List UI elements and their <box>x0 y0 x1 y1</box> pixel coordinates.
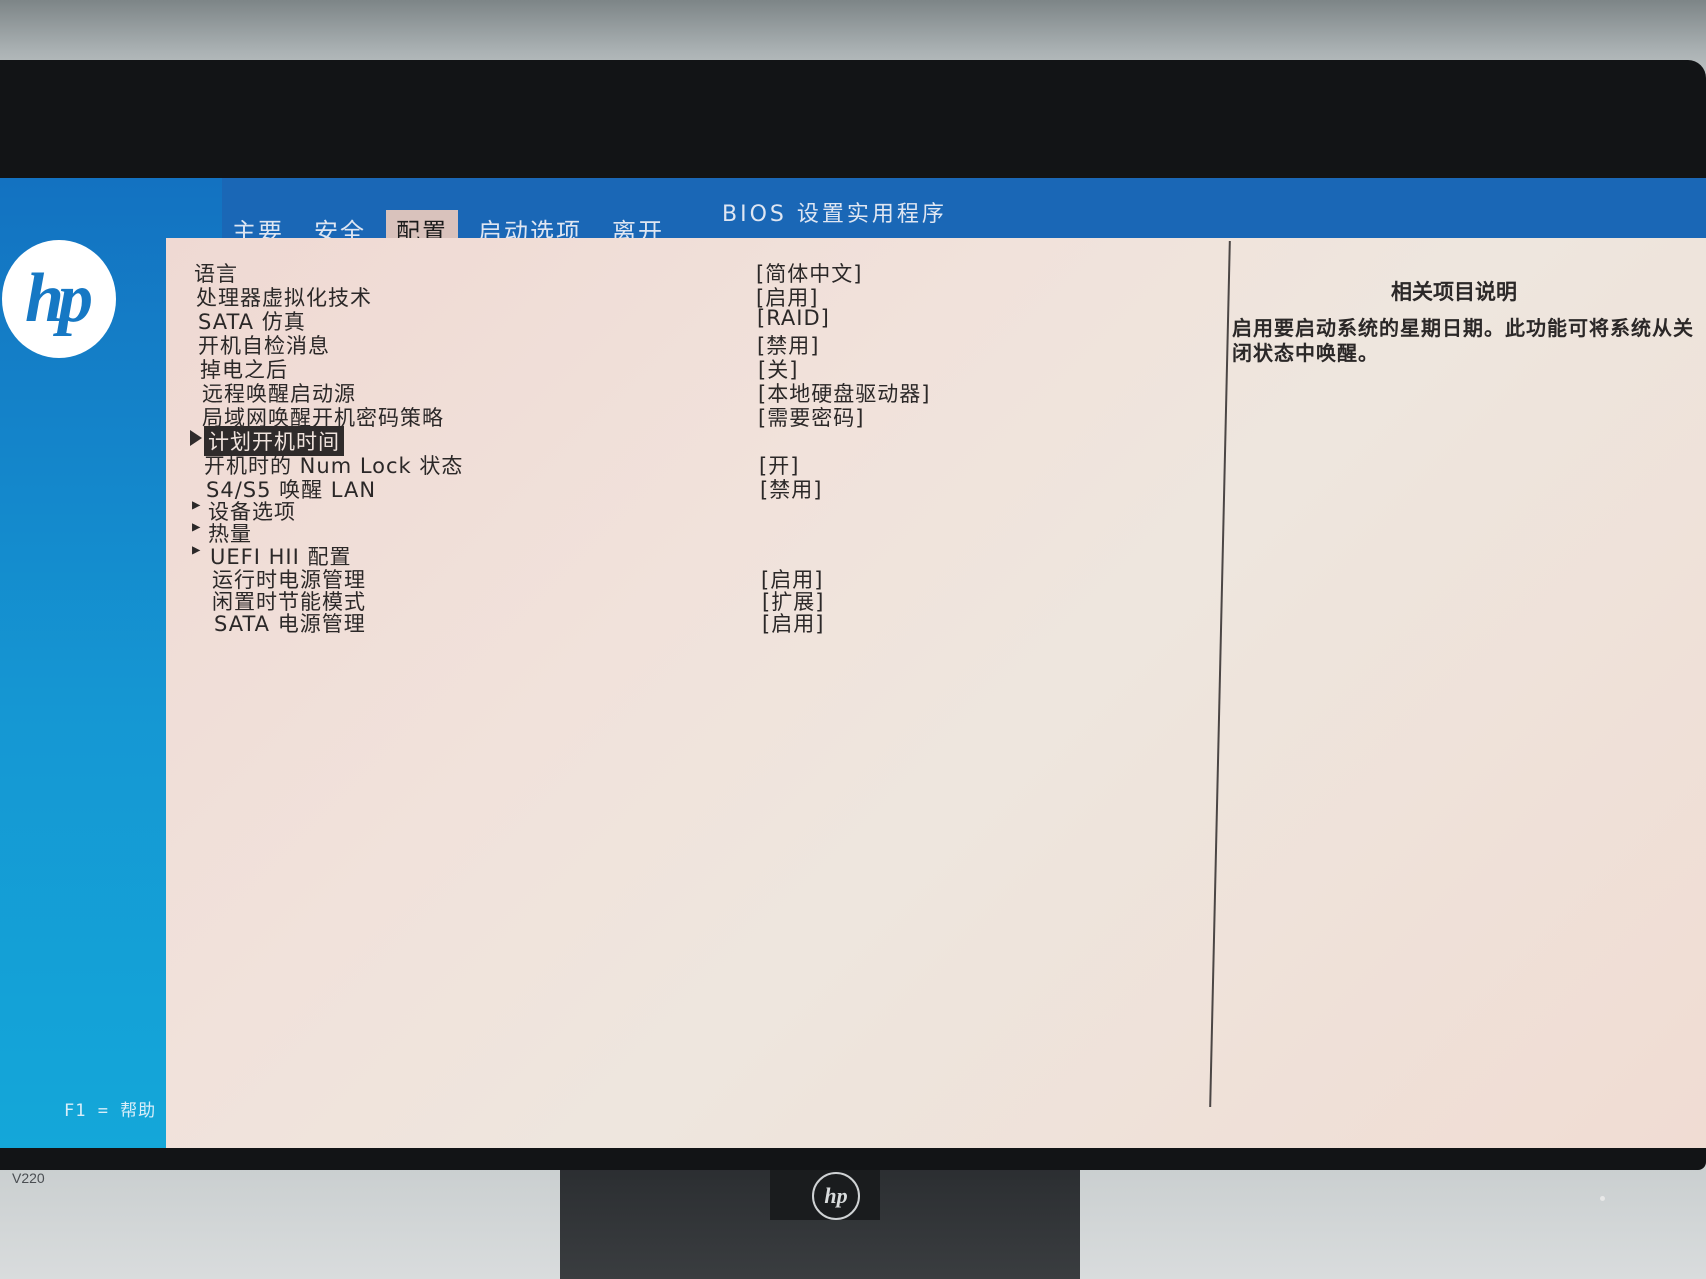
hp-logo-icon: hp <box>2 240 116 358</box>
setting-row[interactable]: 局域网唤醒开机密码策略 [需要密码] <box>166 402 1216 430</box>
help-hint: F1 = 帮助 <box>64 1101 157 1121</box>
setting-row[interactable]: ▶ 设备选项 <box>166 496 1216 524</box>
settings-panel: 语言 [简体中文] 处理器虚拟化技术 [启用] SATA 仿真 [RAID] 开机自检消息[… <box>166 238 1706 1148</box>
power-led-icon <box>1600 1196 1605 1201</box>
setting-label: SATA 电源管理 <box>214 612 366 636</box>
setting-row[interactable]: ▶ UEFI HII 配置 <box>166 541 1216 569</box>
setting-row[interactable]: SATA 电源管理 [启用] <box>166 608 1216 636</box>
setting-row[interactable]: S4/S5 唤醒 LAN [禁用] <box>166 474 1216 502</box>
submenu-arrow-icon: ▶ <box>192 519 201 535</box>
bios-screen: hp F1 = 帮助 BIOS 设置实用程序 主要 安全 配置 启动选项 离开 语言 [简… <box>0 178 1706 1148</box>
monitor-model-label: V220 <box>12 1170 45 1186</box>
help-text: 启用要启动系统的星期日期。此功能可将系统从关闭状态中唤醒。 <box>1232 316 1694 365</box>
help-title: 相关项目说明 <box>1391 280 1517 304</box>
setting-row[interactable]: 远程唤醒启动源 [本地硬盘驱动器] <box>166 378 1216 406</box>
setting-row[interactable]: 语言 [简体中文] <box>166 258 1216 286</box>
setting-row[interactable]: 开机自检消息 [禁用] <box>166 330 1216 358</box>
setting-row[interactable]: 掉电之后 [关] <box>166 354 1216 382</box>
setting-value[interactable]: [启用] <box>762 608 824 638</box>
bios-title: BIOS 设置实用程序 <box>722 202 947 227</box>
help-panel: 相关项目说明 启用要启动系统的星期日期。此功能可将系统从关闭状态中唤醒。 <box>1224 238 1706 1118</box>
hp-bezel-logo-icon: hp <box>812 1172 860 1220</box>
setting-row[interactable]: 运行时电源管理 [启用] <box>166 564 1216 592</box>
submenu-arrow-icon: ▶ <box>192 542 201 558</box>
setting-row[interactable]: 计划开机时间 <box>166 426 1216 456</box>
setting-row[interactable]: 处理器虚拟化技术 [启用] <box>166 282 1216 310</box>
setting-row[interactable]: 开机时的 Num Lock 状态 [开] <box>166 450 1216 478</box>
setting-row[interactable]: ▶ 热量 <box>166 518 1216 546</box>
setting-value[interactable]: [RAID] <box>757 306 830 330</box>
monitor-bezel: V220 hp hp F1 = 帮助 BIOS 设置实用程序 主要 安全 配置 启动选… <box>0 60 1706 1220</box>
setting-row[interactable]: SATA 仿真 [RAID] <box>166 306 1216 334</box>
setting-row[interactable]: 闲置时节能模式 [扩展] <box>166 586 1216 614</box>
submenu-arrow-icon: ▶ <box>192 497 201 513</box>
selection-pointer-icon <box>190 430 202 446</box>
